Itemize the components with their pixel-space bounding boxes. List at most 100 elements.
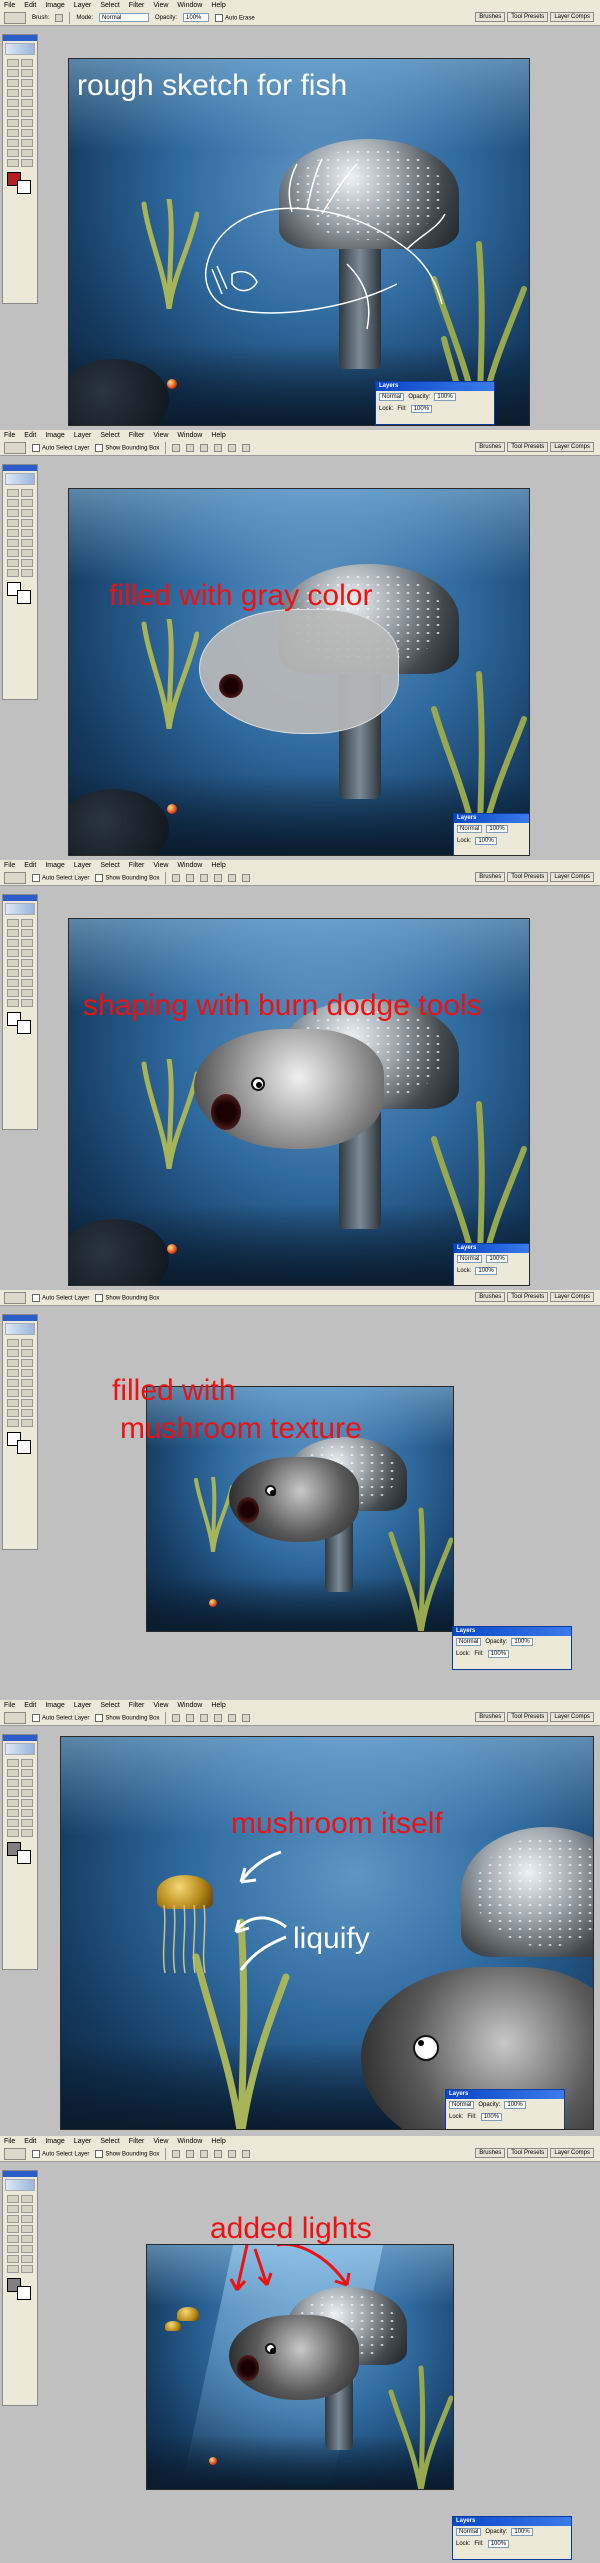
tab-brushes[interactable]: Brushes <box>475 1712 506 1722</box>
shape-tool-icon[interactable] <box>21 1419 33 1427</box>
fill-field[interactable]: 100% <box>475 837 497 845</box>
eyedropper-tool-icon[interactable] <box>21 149 33 157</box>
shape-tool-icon[interactable] <box>21 999 33 1007</box>
align-center-icon[interactable] <box>228 2149 237 2158</box>
move-tool-icon[interactable] <box>21 2195 33 2203</box>
menu-filter[interactable]: Filter <box>129 1702 145 1709</box>
document-canvas[interactable] <box>146 2244 454 2490</box>
layers-palette[interactable]: Layers Normal Opacity: 100% Lock: Fill: … <box>445 2089 565 2129</box>
blend-mode-select[interactable]: Normal <box>379 393 405 401</box>
eraser-tool-icon[interactable] <box>7 969 19 977</box>
document-canvas[interactable]: filled with gray color Layers Normal 100… <box>68 488 530 856</box>
move-tool-icon[interactable] <box>4 441 26 454</box>
blend-mode-select[interactable]: Normal <box>456 1638 482 1646</box>
document-canvas[interactable]: rough sketch for fish Layers Normal Opac… <box>68 58 530 426</box>
shape-tool-icon[interactable] <box>21 139 33 147</box>
auto-select-checkbox[interactable] <box>32 873 40 882</box>
auto-select-option[interactable]: Auto Select Layer <box>32 873 89 882</box>
opacity-field[interactable]: 100% <box>486 825 508 833</box>
align-middle-icon[interactable] <box>186 2149 195 2158</box>
move-tool-icon[interactable] <box>4 2147 26 2160</box>
align-bottom-icon[interactable] <box>200 2149 209 2158</box>
align-top-icon[interactable] <box>172 443 181 452</box>
fill-field[interactable]: 100% <box>475 1267 497 1275</box>
align-top-icon[interactable] <box>172 873 181 882</box>
crop-tool-icon[interactable] <box>7 509 19 517</box>
align-bottom-icon[interactable] <box>200 873 209 882</box>
opacity-field[interactable]: 100% <box>511 2528 533 2536</box>
lasso-tool-icon[interactable] <box>7 2205 19 2213</box>
bounding-box-option[interactable]: Show Bounding Box <box>95 873 159 882</box>
blend-mode-select[interactable]: Normal <box>449 2101 475 2109</box>
marquee-tool-icon[interactable] <box>7 919 19 927</box>
healing-tool-icon[interactable] <box>7 1789 19 1797</box>
menu-filter[interactable]: Filter <box>129 862 145 869</box>
history-brush-icon[interactable] <box>21 99 33 107</box>
menu-select[interactable]: Select <box>100 2 119 9</box>
feather-logo-icon[interactable] <box>5 473 35 485</box>
zoom-tool-icon[interactable] <box>21 159 33 167</box>
bounding-box-option[interactable]: Show Bounding Box <box>95 1293 159 1302</box>
move-tool-icon[interactable] <box>21 1339 33 1347</box>
path-select-icon[interactable] <box>7 129 19 137</box>
tab-layer-comps[interactable]: Layer Comps <box>550 12 594 22</box>
slice-tool-icon[interactable] <box>21 939 33 947</box>
history-brush-icon[interactable] <box>21 959 33 967</box>
align-top-icon[interactable] <box>172 2149 181 2158</box>
bounding-box-option[interactable]: Show Bounding Box <box>95 443 159 452</box>
type-tool-icon[interactable] <box>21 2265 33 2273</box>
fill-field[interactable]: 100% <box>480 2113 503 2121</box>
feather-logo-icon[interactable] <box>5 903 35 915</box>
background-color-swatch[interactable] <box>17 1850 31 1864</box>
move-tool-icon[interactable] <box>4 871 26 884</box>
feather-logo-icon[interactable] <box>5 2179 35 2191</box>
menu-filter[interactable]: Filter <box>129 432 145 439</box>
auto-select-option[interactable]: Auto Select Layer <box>32 443 89 452</box>
menu-help[interactable]: Help <box>211 862 225 869</box>
eraser-tool-icon[interactable] <box>7 1809 19 1817</box>
align-bottom-icon[interactable] <box>200 1713 209 1722</box>
align-right-icon[interactable] <box>242 1713 251 1722</box>
menu-layer[interactable]: Layer <box>74 432 92 439</box>
gradient-tool-icon[interactable] <box>21 539 33 547</box>
dodge-tool-icon[interactable] <box>21 549 33 557</box>
type-tool-icon[interactable] <box>21 989 33 997</box>
menu-file[interactable]: File <box>4 862 15 869</box>
blur-tool-icon[interactable] <box>7 2255 19 2263</box>
tab-layer-comps[interactable]: Layer Comps <box>550 1292 594 1302</box>
menu-window[interactable]: Window <box>177 1702 202 1709</box>
stamp-tool-icon[interactable] <box>7 1379 19 1387</box>
brush-tool-icon[interactable] <box>21 2225 33 2233</box>
eraser-tool-icon[interactable] <box>7 109 19 117</box>
menu-view[interactable]: View <box>153 2138 168 2145</box>
blend-mode-select[interactable]: Normal <box>457 1255 483 1263</box>
menu-image[interactable]: Image <box>45 432 64 439</box>
blur-tool-icon[interactable] <box>7 1819 19 1827</box>
menu-help[interactable]: Help <box>211 2 225 9</box>
align-right-icon[interactable] <box>242 2149 251 2158</box>
dodge-tool-icon[interactable] <box>21 979 33 987</box>
gradient-tool-icon[interactable] <box>21 969 33 977</box>
align-right-icon[interactable] <box>242 873 251 882</box>
type-tool-icon[interactable] <box>21 129 33 137</box>
toolbox-title-bar[interactable] <box>3 1735 37 1741</box>
menu-edit[interactable]: Edit <box>24 2138 36 2145</box>
magic-wand-tool-icon[interactable] <box>21 2205 33 2213</box>
layers-palette[interactable]: Layers Normal Opacity: 100% Lock: Fill: … <box>452 2516 572 2560</box>
blend-mode-select[interactable]: Normal <box>456 2528 482 2536</box>
tab-brushes[interactable]: Brushes <box>475 872 506 882</box>
healing-tool-icon[interactable] <box>7 1369 19 1377</box>
tab-brushes[interactable]: Brushes <box>475 442 506 452</box>
tab-brushes[interactable]: Brushes <box>475 1292 506 1302</box>
tab-layer-comps[interactable]: Layer Comps <box>550 872 594 882</box>
align-left-icon[interactable] <box>214 873 223 882</box>
tab-tool-presets[interactable]: Tool Presets <box>507 12 549 22</box>
menu-image[interactable]: Image <box>45 1702 64 1709</box>
feather-logo-icon[interactable] <box>5 43 35 55</box>
menu-layer[interactable]: Layer <box>74 862 92 869</box>
menu-window[interactable]: Window <box>177 2 202 9</box>
menu-select[interactable]: Select <box>100 432 119 439</box>
menu-select[interactable]: Select <box>100 862 119 869</box>
magic-wand-tool-icon[interactable] <box>21 1769 33 1777</box>
slice-tool-icon[interactable] <box>21 509 33 517</box>
